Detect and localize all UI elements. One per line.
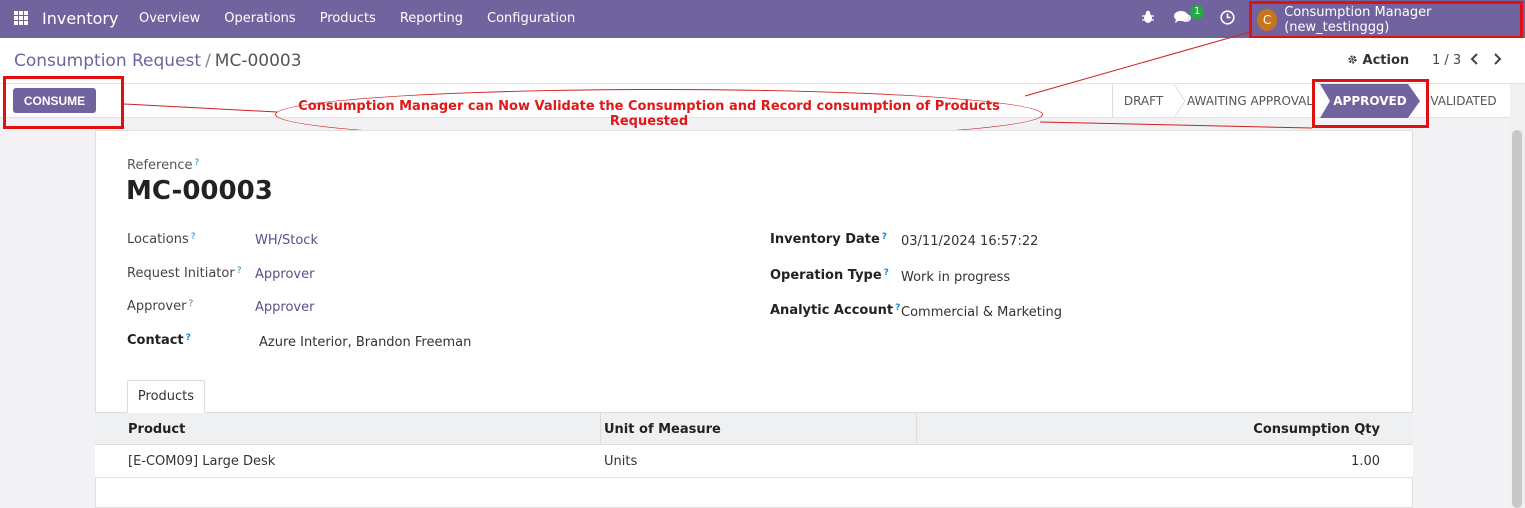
user-menu[interactable]: C Consumption Manager (new_testinggg) [1249, 1, 1523, 39]
action-button[interactable]: Action [1347, 53, 1409, 68]
request-initiator-field[interactable]: Approver [255, 267, 314, 282]
menu-configuration[interactable]: Configuration [487, 11, 575, 26]
pager-value[interactable]: 1 / 3 [1432, 53, 1461, 68]
avatar: C [1257, 9, 1278, 31]
label-locations: Locations? [127, 232, 196, 247]
column-header-uom[interactable]: Unit of Measure [604, 422, 721, 437]
annotation-highlight-approved [1312, 79, 1429, 128]
locations-field[interactable]: WH/Stock [255, 233, 318, 248]
chat-count-badge: 1 [1190, 5, 1205, 19]
menu-reporting[interactable]: Reporting [400, 11, 463, 26]
help-icon[interactable]: ? [882, 232, 887, 242]
label-contact: Contact? [127, 333, 191, 348]
tab-products[interactable]: Products [127, 380, 205, 413]
gear-icon [1348, 55, 1357, 64]
column-divider [600, 413, 601, 445]
chat-icon[interactable] [1174, 10, 1191, 28]
cell-product[interactable]: [E-COM09] Large Desk [128, 454, 275, 469]
help-icon[interactable]: ? [194, 158, 199, 168]
cell-uom[interactable]: Units [604, 454, 637, 469]
menu-products[interactable]: Products [320, 11, 376, 26]
stage-draft[interactable]: DRAFT [1112, 84, 1174, 118]
inventory-date-field[interactable]: 03/11/2024 16:57:22 [901, 234, 1038, 249]
help-icon[interactable]: ? [895, 303, 900, 313]
breadcrumb-separator: / [205, 51, 211, 71]
chevron-left-icon[interactable] [1470, 50, 1480, 69]
contact-field[interactable]: Azure Interior, Brandon Freeman [259, 335, 471, 350]
annotation-text: Consumption Manager can Now Validate the… [298, 99, 1000, 129]
menu-operations[interactable]: Operations [224, 11, 295, 26]
help-icon[interactable]: ? [237, 266, 242, 276]
main-menu: Overview Operations Products Reporting C… [139, 11, 599, 26]
bug-icon[interactable] [1142, 10, 1154, 28]
operation-type-field[interactable]: Work in progress [901, 270, 1010, 285]
reference-label: Reference? [127, 158, 200, 173]
label-request-initiator: Request Initiator? [127, 266, 242, 281]
top-navbar: Inventory Overview Operations Products R… [0, 0, 1525, 39]
label-operation-type: Operation Type? [770, 268, 889, 283]
action-label: Action [1362, 53, 1410, 68]
label-analytic-account: Analytic Account? [770, 303, 901, 318]
help-icon[interactable]: ? [186, 333, 191, 343]
label-inventory-date: Inventory Date? [770, 232, 888, 247]
help-icon[interactable]: ? [188, 299, 193, 309]
chevron-right-icon[interactable] [1492, 50, 1502, 69]
reference-value: MC-00003 [126, 176, 273, 206]
approver-field[interactable]: Approver [255, 300, 314, 315]
column-header-consumption-qty[interactable]: Consumption Qty [1180, 422, 1380, 437]
app-grid-icon[interactable] [14, 11, 28, 25]
control-panel: Consumption Request / MC-00003 Action 1 / … [0, 38, 1525, 84]
menu-overview[interactable]: Overview [139, 11, 200, 26]
annotation-highlight-consume [3, 76, 124, 129]
stage-awaiting-approval[interactable]: AWAITING APPROVAL [1180, 84, 1320, 118]
analytic-account-field[interactable]: Commercial & Marketing [901, 305, 1062, 320]
help-icon[interactable]: ? [191, 232, 196, 242]
scrollbar-thumb[interactable] [1512, 130, 1522, 508]
clock-icon[interactable] [1220, 10, 1235, 29]
label-approver: Approver? [127, 299, 194, 314]
user-name: Consumption Manager (new_testinggg) [1284, 5, 1432, 35]
app-name[interactable]: Inventory [42, 9, 118, 28]
breadcrumb-current: MC-00003 [214, 51, 302, 71]
help-icon[interactable]: ? [884, 268, 889, 278]
breadcrumb: Consumption Request / MC-00003 [14, 51, 302, 71]
stage-validated[interactable]: VALIDATED [1427, 84, 1500, 118]
column-divider [916, 413, 917, 445]
cell-consumption-qty[interactable]: 1.00 [1180, 454, 1380, 469]
column-header-product[interactable]: Product [128, 422, 185, 437]
breadcrumb-parent[interactable]: Consumption Request [14, 51, 201, 71]
